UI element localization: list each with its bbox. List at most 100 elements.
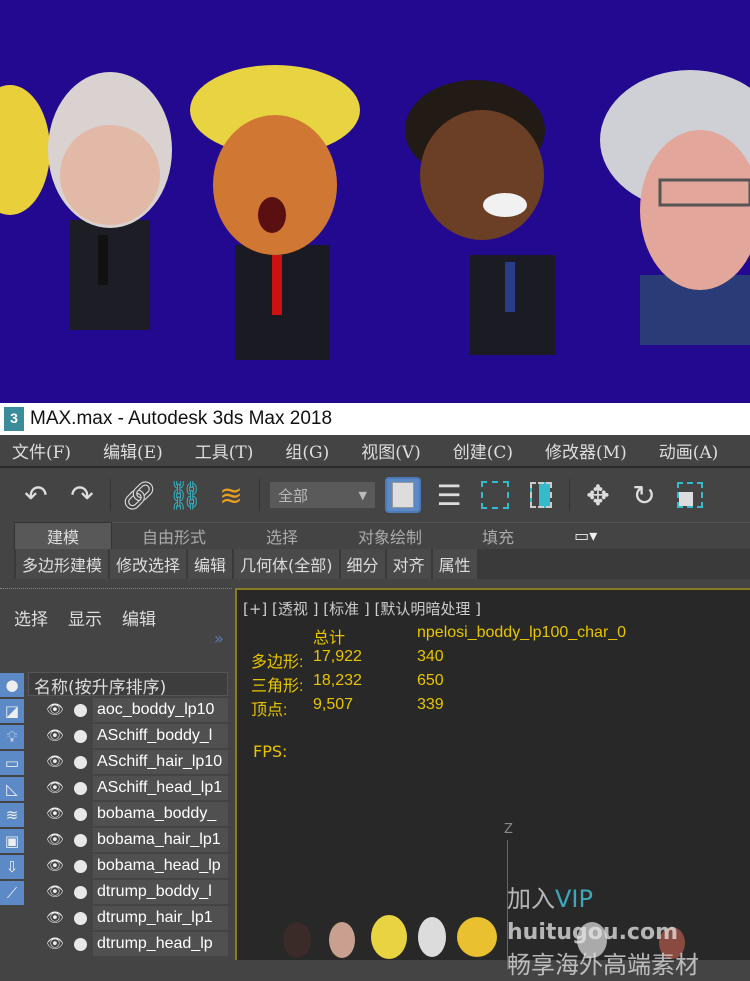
unlink-icon[interactable]: ⛓︎ xyxy=(167,477,203,513)
xref-filter-icon[interactable]: ⇩ xyxy=(0,855,24,879)
tab-freeform[interactable]: 自由形式 xyxy=(112,524,236,548)
freeze-dot-icon[interactable] xyxy=(74,885,87,899)
object-name[interactable]: ASchiff_head_lp1 xyxy=(93,776,228,800)
redo-icon[interactable]: ↷ xyxy=(64,477,100,513)
menu-views[interactable]: 视图(V) xyxy=(361,438,421,463)
display-all-icon[interactable]: ● xyxy=(0,673,24,697)
eye-icon[interactable]: 👁︎ xyxy=(46,702,66,718)
tab-selection[interactable]: 选择 xyxy=(236,524,328,548)
subtab-modify-selection[interactable]: 修改选择 xyxy=(110,549,187,579)
subtab-polygon-modeling[interactable]: 多边形建模 xyxy=(16,549,109,579)
watermark-vip: VIP xyxy=(555,885,593,913)
tab-populate[interactable]: 填充 xyxy=(452,524,544,548)
object-name[interactable]: bobama_boddy_ xyxy=(93,802,228,826)
menu-tools[interactable]: 工具(T) xyxy=(195,438,254,463)
eye-icon[interactable]: 👁︎ xyxy=(46,728,66,744)
subtab-geometry-all[interactable]: 几何体(全部) xyxy=(234,549,339,579)
window-crossing-icon[interactable] xyxy=(523,477,559,513)
eye-icon[interactable]: 👁︎ xyxy=(46,858,66,874)
stats-header-object: npelosi_boddy_lp100_char_0 xyxy=(417,624,627,641)
viewport-label[interactable]: [+] [透视 ] [标准 ] [默认明暗处理 ] xyxy=(243,598,481,619)
eye-icon[interactable]: 👁︎ xyxy=(46,936,66,952)
eye-icon[interactable]: 👁︎ xyxy=(46,806,66,822)
list-item[interactable]: 👁︎ dtrump_head_lp xyxy=(28,931,228,957)
subtab-edit[interactable]: 编辑 xyxy=(188,549,233,579)
list-item[interactable]: 👁︎ ASchiff_boddy_l xyxy=(28,723,228,749)
stats-total: 17,922 xyxy=(313,648,362,665)
freeze-dot-icon[interactable] xyxy=(74,833,87,847)
explorer-menu-select[interactable]: 选择 xyxy=(14,605,48,630)
watermark-text: 加入 xyxy=(507,885,555,913)
freeze-dot-icon[interactable] xyxy=(74,807,87,821)
list-item[interactable]: 👁︎ bobama_head_lp xyxy=(28,853,228,879)
object-name[interactable]: bobama_hair_lp1 xyxy=(93,828,228,852)
list-item[interactable]: 👁︎ aoc_boddy_lp10 xyxy=(28,697,228,723)
character-biden xyxy=(48,72,172,330)
undo-icon[interactable]: ↶ xyxy=(18,477,54,513)
link-icon[interactable]: 🔗︎ xyxy=(121,477,157,513)
freeze-dot-icon[interactable] xyxy=(74,911,87,925)
list-item[interactable]: 👁︎ ASchiff_head_lp1 xyxy=(28,775,228,801)
bind-spacewarp-icon[interactable]: ≋ xyxy=(213,477,249,513)
camera-filter-icon[interactable]: ▭ xyxy=(0,751,24,775)
light-filter-icon[interactable]: 💡︎ xyxy=(0,725,24,749)
object-name[interactable]: ASchiff_boddy_l xyxy=(93,724,228,748)
list-item[interactable]: 👁︎ bobama_hair_lp1 xyxy=(28,827,228,853)
ribbon-options-icon[interactable]: ▭▾ xyxy=(544,526,627,545)
helper-filter-icon[interactable]: ◺ xyxy=(0,777,24,801)
subtab-align[interactable]: 对齐 xyxy=(386,549,431,579)
tab-object-paint[interactable]: 对象绘制 xyxy=(328,524,452,548)
menu-create[interactable]: 创建(C) xyxy=(453,438,513,463)
select-object-icon[interactable] xyxy=(385,477,421,513)
freeze-dot-icon[interactable] xyxy=(74,729,87,743)
column-header-name[interactable]: 名称(按升序排序) xyxy=(28,672,228,698)
menu-group[interactable]: 组(G) xyxy=(285,438,329,463)
eye-icon[interactable]: 👁︎ xyxy=(46,780,66,796)
tab-modeling[interactable]: 建模 xyxy=(14,521,113,550)
list-item[interactable]: 👁︎ ASchiff_hair_lp10 xyxy=(28,749,228,775)
freeze-dot-icon[interactable] xyxy=(74,937,87,951)
explorer-menu-display[interactable]: 显示 xyxy=(68,605,102,630)
ribbon-subtabs: 多边形建模 修改选择 编辑 几何体(全部) 细分 对齐 属性 xyxy=(14,549,750,579)
subtab-subdivision[interactable]: 细分 xyxy=(340,549,385,579)
group-filter-icon[interactable]: ▣ xyxy=(0,829,24,853)
object-name[interactable]: bobama_head_lp xyxy=(93,854,228,878)
explorer-menu-edit[interactable]: 编辑 xyxy=(122,605,156,630)
freeze-dot-icon[interactable] xyxy=(74,755,87,769)
rect-selection-icon[interactable] xyxy=(477,477,513,513)
bone-filter-icon[interactable]: ⟋ xyxy=(0,881,24,905)
freeze-dot-icon[interactable] xyxy=(74,703,87,717)
menu-modifiers[interactable]: 修改器(M) xyxy=(545,438,627,463)
move-icon[interactable]: ✥ xyxy=(580,477,616,513)
subtab-properties[interactable]: 属性 xyxy=(432,549,477,579)
expand-chevron-icon[interactable]: » xyxy=(214,629,224,648)
selection-filter-dropdown[interactable]: 全部 ▼ xyxy=(270,482,375,508)
freeze-dot-icon[interactable] xyxy=(74,859,87,873)
geometry-filter-icon[interactable]: ◪ xyxy=(0,699,24,723)
menu-file[interactable]: 文件(F) xyxy=(12,438,71,463)
object-name[interactable]: dtrump_boddy_l xyxy=(93,880,228,904)
spacewarp-filter-icon[interactable]: ≋ xyxy=(0,803,24,827)
freeze-dot-icon[interactable] xyxy=(74,781,87,795)
rotate-icon[interactable]: ↻ xyxy=(626,477,662,513)
main-toolbar: ↶ ↷ 🔗︎ ⛓︎ ≋ 全部 ▼ ☰ ✥ ↻ xyxy=(0,470,750,520)
object-name[interactable]: dtrump_hair_lp1 xyxy=(93,906,228,930)
menu-animation[interactable]: 动画(A) xyxy=(659,438,719,463)
eye-icon[interactable]: 👁︎ xyxy=(46,910,66,926)
eye-icon[interactable]: 👁︎ xyxy=(46,884,66,900)
select-by-name-icon[interactable]: ☰ xyxy=(431,477,467,513)
list-item[interactable]: 👁︎ dtrump_boddy_l xyxy=(28,879,228,905)
object-name[interactable]: ASchiff_hair_lp10 xyxy=(93,750,228,774)
list-item[interactable]: 👁︎ bobama_boddy_ xyxy=(28,801,228,827)
stats-object: 339 xyxy=(417,696,444,713)
menu-edit[interactable]: 编辑(E) xyxy=(103,438,163,463)
divider xyxy=(259,479,260,511)
object-name[interactable]: dtrump_head_lp xyxy=(93,932,228,956)
scale-icon[interactable] xyxy=(672,477,708,513)
stats-label: 三角形: xyxy=(251,678,304,695)
eye-icon[interactable]: 👁︎ xyxy=(46,754,66,770)
perspective-viewport[interactable]: [+] [透视 ] [标准 ] [默认明暗处理 ] 总计 npelosi_bodd… xyxy=(235,588,750,979)
list-item[interactable]: 👁︎ dtrump_hair_lp1 xyxy=(28,905,228,931)
object-name[interactable]: aoc_boddy_lp10 xyxy=(93,698,228,722)
eye-icon[interactable]: 👁︎ xyxy=(46,832,66,848)
